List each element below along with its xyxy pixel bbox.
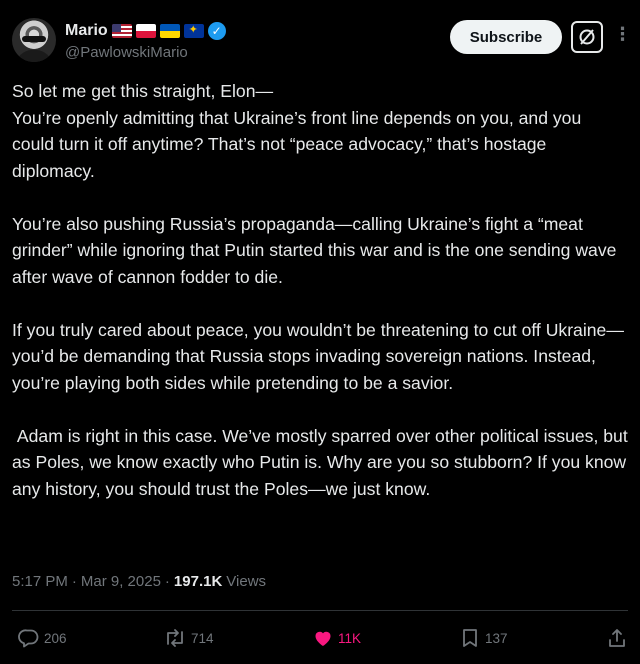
tweet-paragraph: So let me get this straight, Elon— You’r… — [12, 81, 582, 181]
meta-separator: · — [164, 573, 170, 590]
like-button[interactable]: 11K — [312, 622, 361, 654]
retweet-button[interactable]: 714 — [163, 622, 214, 654]
share-icon — [609, 629, 625, 647]
views-count: 197.1K — [173, 573, 223, 590]
reply-button[interactable]: 206 — [18, 622, 67, 654]
tweet-paragraph: If you truly cared about peace, you woul… — [12, 319, 624, 393]
subscribe-button[interactable]: Subscribe — [450, 20, 562, 54]
tweet-paragraph: Adam is right in this case. We’ve mostly… — [12, 425, 633, 499]
bookmark-button[interactable]: 137 — [459, 622, 508, 654]
retweet-count: 714 — [191, 630, 214, 646]
tweet-paragraph: You’re also pushing Russia’s propaganda—… — [12, 213, 622, 287]
reply-icon — [18, 629, 39, 648]
author-handle[interactable]: @PawlowskiMario — [65, 44, 188, 61]
ukraine-flag-icon — [159, 24, 180, 38]
tweet-actions-bar: 206 714 11K 137 — [0, 622, 640, 654]
tweet-text: So let me get this straight, Elon— You’r… — [12, 78, 628, 502]
poland-flag-icon — [135, 24, 156, 38]
us-flag-icon — [111, 24, 132, 38]
tweet-meta: 5:17 PM · Mar 9, 2025 · 197.1K Views — [12, 573, 266, 590]
author-display-name[interactable]: Mario — [65, 22, 108, 40]
divider — [12, 610, 628, 611]
tweet-time[interactable]: 5:17 PM — [12, 573, 68, 590]
views-label: Views — [226, 573, 267, 590]
author-name-row: Mario ✓ — [65, 20, 226, 42]
meta-separator: · — [71, 573, 77, 590]
verified-badge-icon[interactable]: ✓ — [207, 22, 226, 40]
grok-icon[interactable] — [571, 21, 603, 53]
tweet-date[interactable]: Mar 9, 2025 — [81, 573, 161, 590]
more-options-icon[interactable]: ⋮ — [610, 24, 636, 50]
avatar-glasses — [22, 36, 46, 42]
tweet-header: Mario ✓ @PawlowskiMario Subscribe ⋮ — [12, 14, 632, 66]
heart-icon — [315, 631, 331, 646]
eu-flag-icon — [183, 24, 204, 38]
avatar-shoulders — [16, 50, 52, 62]
retweet-icon — [167, 629, 183, 647]
bookmark-count: 137 — [485, 630, 508, 646]
bookmark-icon — [463, 629, 477, 647]
reply-count: 206 — [44, 630, 67, 646]
like-count: 11K — [338, 630, 362, 646]
share-button[interactable] — [606, 622, 628, 654]
avatar[interactable] — [12, 18, 56, 62]
